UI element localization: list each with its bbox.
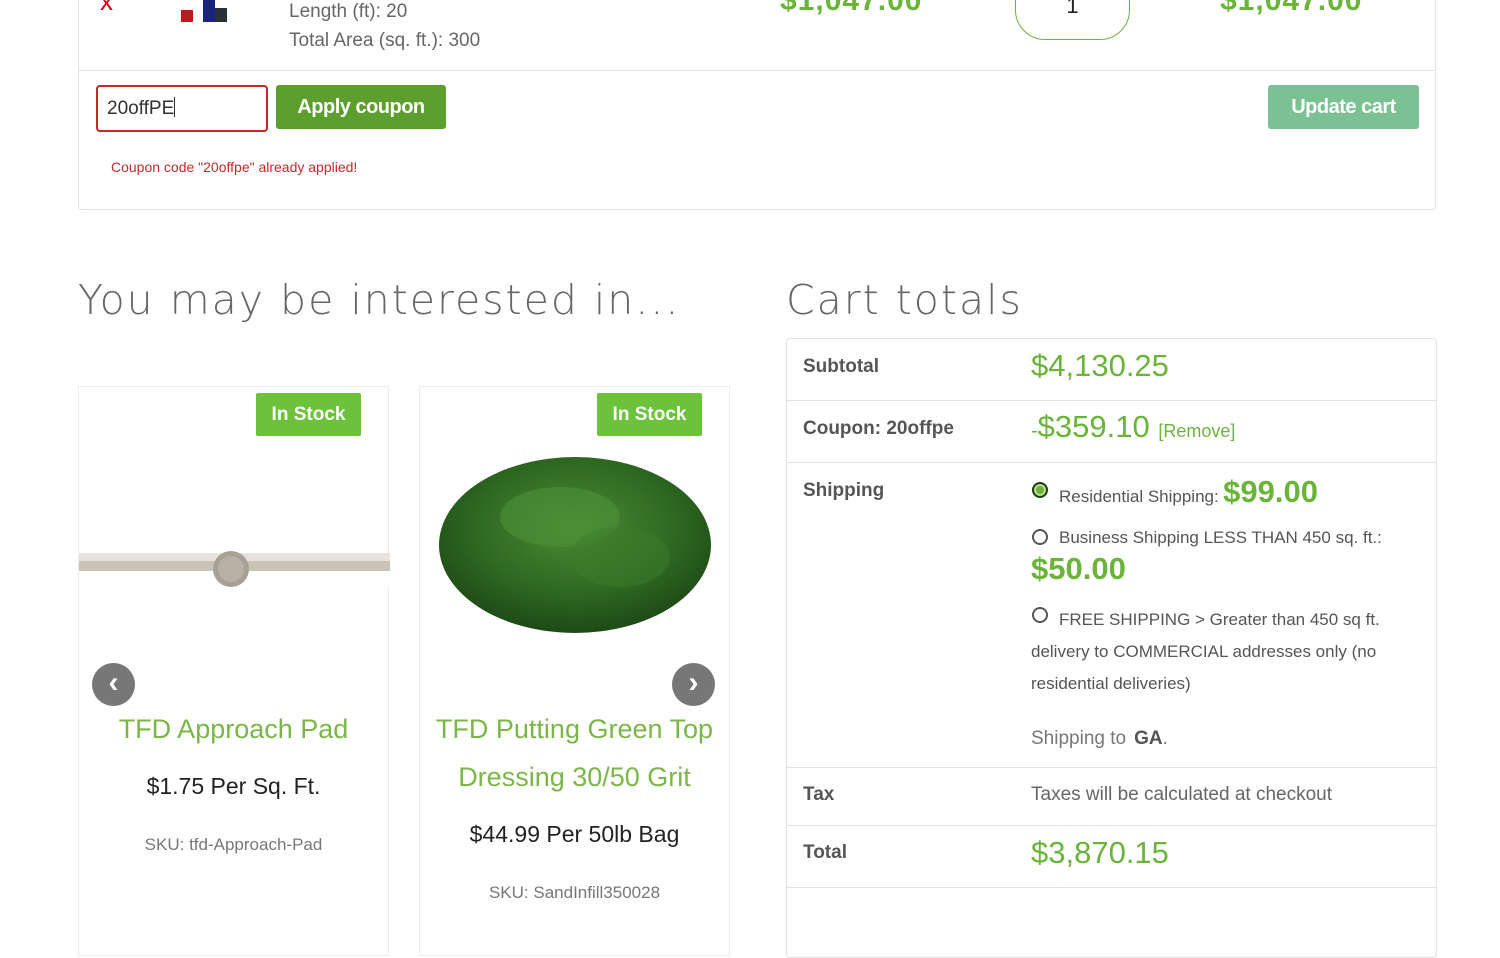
product-thumbnail[interactable] bbox=[181, 0, 227, 22]
shipping-to-state: GA bbox=[1134, 728, 1163, 749]
free-shipping-label[interactable]: FREE SHIPPING > Greater than 450 sq ft. … bbox=[1031, 604, 1411, 700]
stock-badge: In Stock bbox=[256, 393, 361, 436]
business-shipping-label[interactable]: Business Shipping LESS THAN 450 sq. ft.: bbox=[1059, 528, 1382, 548]
residential-shipping-price: $99.00 bbox=[1223, 474, 1318, 509]
tax-label: Tax bbox=[803, 784, 835, 805]
totals-divider bbox=[787, 887, 1436, 888]
related-products-heading: You may be interested in... bbox=[78, 276, 681, 324]
cart-row-divider bbox=[79, 70, 1436, 71]
update-cart-button[interactable]: Update cart bbox=[1268, 85, 1419, 129]
coupon-code-input[interactable]: 20offPE bbox=[96, 85, 268, 132]
item-price: $1,047.00 bbox=[780, 0, 923, 17]
quantity-value: 1 bbox=[1066, 0, 1079, 18]
totals-divider bbox=[787, 825, 1436, 826]
quantity-input[interactable]: 1 bbox=[1015, 0, 1130, 40]
remove-item-icon[interactable]: x bbox=[100, 0, 113, 16]
carousel-next-button[interactable]: › bbox=[672, 663, 715, 706]
tax-note: Taxes will be calculated at checkout bbox=[1031, 784, 1332, 805]
coupon-minus: - bbox=[1031, 420, 1038, 442]
product-price: $44.99 Per 50lb Bag bbox=[469, 821, 680, 847]
product-price: $1.75 Per Sq. Ft. bbox=[146, 773, 321, 799]
totals-divider bbox=[787, 400, 1436, 401]
item-length: Length (ft): 20 bbox=[289, 1, 408, 22]
coupon-label: Coupon: 20offpe bbox=[803, 418, 954, 439]
coupon-discount: -$359.10 [Remove] bbox=[1031, 409, 1235, 445]
total-value: $3,870.15 bbox=[1031, 835, 1169, 870]
remove-coupon-link[interactable]: [Remove] bbox=[1158, 421, 1235, 441]
product-sku: SKU: SandInfill350028 bbox=[488, 883, 661, 902]
coupon-code-value: 20offPE bbox=[107, 98, 175, 119]
product-image-top-dressing[interactable] bbox=[430, 447, 720, 637]
total-label: Total bbox=[803, 842, 847, 863]
text-caret bbox=[174, 97, 176, 117]
business-shipping-radio[interactable] bbox=[1032, 529, 1048, 545]
totals-divider bbox=[787, 767, 1436, 768]
product-title[interactable]: TFD Putting Green Top Dressing 30/50 Gri… bbox=[420, 705, 729, 801]
subtotal-value: $4,130.25 bbox=[1031, 348, 1169, 383]
residential-shipping-label: Residential Shipping: bbox=[1059, 487, 1219, 506]
coupon-error-message: Coupon code "20offpe" already applied! bbox=[111, 159, 358, 175]
apply-coupon-button[interactable]: Apply coupon bbox=[276, 85, 446, 129]
totals-divider bbox=[787, 462, 1436, 463]
subtotal-label: Subtotal bbox=[803, 356, 879, 377]
residential-shipping-radio[interactable] bbox=[1032, 482, 1048, 498]
business-shipping-price: $50.00 bbox=[1031, 551, 1126, 586]
shipping-label: Shipping bbox=[803, 480, 885, 501]
shipping-to-label: Shipping to bbox=[1031, 728, 1127, 749]
carousel-prev-button[interactable]: ‹ bbox=[92, 663, 135, 706]
product-image-approach-pad[interactable] bbox=[79, 537, 390, 597]
product-sku: SKU: tfd-Approach-Pad bbox=[144, 835, 323, 854]
item-subtotal: $1,047.00 bbox=[1220, 0, 1363, 17]
coupon-discount-value: $359.10 bbox=[1037, 409, 1150, 444]
residential-shipping-option[interactable]: Residential Shipping: $99.00 bbox=[1059, 474, 1318, 510]
product-title[interactable]: TFD Approach Pad bbox=[79, 705, 388, 753]
item-area: Total Area (sq. ft.): 300 bbox=[289, 30, 481, 51]
stock-badge: In Stock bbox=[597, 393, 702, 436]
cart-totals-heading: Cart totals bbox=[786, 276, 1023, 324]
shipping-destination: Shipping to GA. bbox=[1031, 728, 1168, 749]
